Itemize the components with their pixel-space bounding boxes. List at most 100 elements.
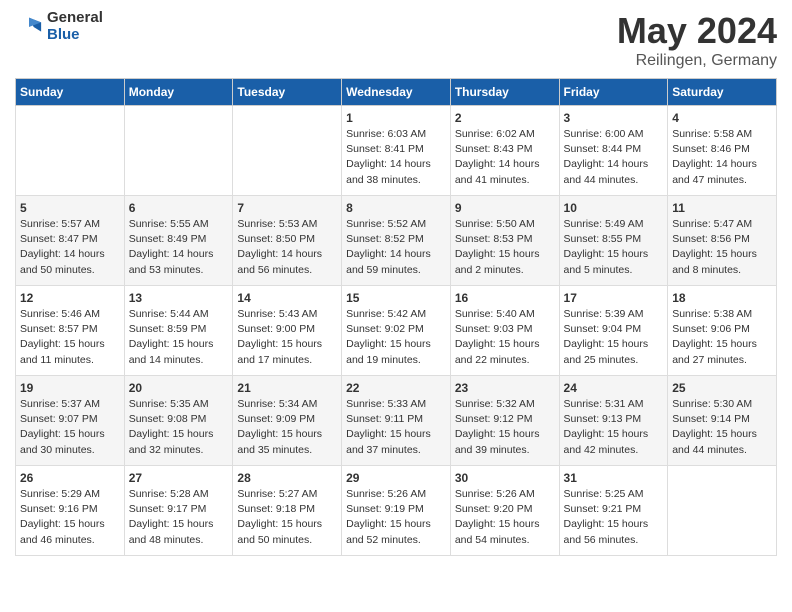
day-content: Sunrise: 5:37 AM Sunset: 9:07 PM Dayligh… <box>20 397 120 458</box>
logo-wrapper: General Blue <box>15 10 103 43</box>
day-content: Sunrise: 5:30 AM Sunset: 9:14 PM Dayligh… <box>672 397 772 458</box>
calendar-table: SundayMondayTuesdayWednesdayThursdayFrid… <box>15 78 777 556</box>
calendar-cell <box>124 106 233 196</box>
calendar-cell: 17Sunrise: 5:39 AM Sunset: 9:04 PM Dayli… <box>559 286 668 376</box>
day-content: Sunrise: 5:26 AM Sunset: 9:20 PM Dayligh… <box>455 487 555 548</box>
day-number: 15 <box>346 291 446 305</box>
day-content: Sunrise: 5:47 AM Sunset: 8:56 PM Dayligh… <box>672 217 772 278</box>
calendar-week-2: 5Sunrise: 5:57 AM Sunset: 8:47 PM Daylig… <box>16 196 777 286</box>
calendar-cell: 22Sunrise: 5:33 AM Sunset: 9:11 PM Dayli… <box>342 376 451 466</box>
day-content: Sunrise: 5:35 AM Sunset: 9:08 PM Dayligh… <box>129 397 229 458</box>
day-number: 10 <box>564 201 664 215</box>
day-number: 13 <box>129 291 229 305</box>
calendar-cell <box>16 106 125 196</box>
header: General Blue May 2024 Reilingen, Germany <box>15 10 777 70</box>
day-content: Sunrise: 5:55 AM Sunset: 8:49 PM Dayligh… <box>129 217 229 278</box>
calendar-cell: 19 Sunrise: 5:37 AM Sunset: 9:07 PM Dayli… <box>16 376 125 466</box>
day-content: Sunrise: 6:00 AM Sunset: 8:44 PM Dayligh… <box>564 127 664 188</box>
calendar-cell <box>668 466 777 556</box>
day-number: 14 <box>237 291 337 305</box>
day-content: Sunrise: 5:38 AM Sunset: 9:06 PM Dayligh… <box>672 307 772 368</box>
day-number: 27 <box>129 471 229 485</box>
calendar-cell: 27Sunrise: 5:28 AM Sunset: 9:17 PM Dayli… <box>124 466 233 556</box>
day-header-friday: Friday <box>559 79 668 106</box>
day-content: Sunrise: 5:46 AM Sunset: 8:57 PM Dayligh… <box>20 307 120 368</box>
day-content: Sunrise: 5:25 AM Sunset: 9:21 PM Dayligh… <box>564 487 664 548</box>
calendar-cell: 23 Sunrise: 5:32 AM Sunset: 9:12 PM Dayli… <box>450 376 559 466</box>
day-number: 20 <box>129 381 229 395</box>
day-number: 11 <box>672 201 772 215</box>
day-number: 4 <box>672 111 772 125</box>
logo-general-text: General <box>47 10 103 27</box>
calendar-cell: 14Sunrise: 5:43 AM Sunset: 9:00 PM Dayli… <box>233 286 342 376</box>
day-header-thursday: Thursday <box>450 79 559 106</box>
calendar-cell: 3Sunrise: 6:00 AM Sunset: 8:44 PM Daylig… <box>559 106 668 196</box>
calendar-cell: 28Sunrise: 5:27 AM Sunset: 9:18 PM Dayli… <box>233 466 342 556</box>
calendar-cell: 1 Sunrise: 6:03 AM Sunset: 8:41 PM Daylig… <box>342 106 451 196</box>
calendar-cell: 2Sunrise: 6:02 AM Sunset: 8:43 PM Daylig… <box>450 106 559 196</box>
day-content: Sunrise: 5:31 AM Sunset: 9:13 PM Dayligh… <box>564 397 664 458</box>
calendar-cell: 16 Sunrise: 5:40 AM Sunset: 9:03 PM Dayli… <box>450 286 559 376</box>
calendar-cell: 30 Sunrise: 5:26 AM Sunset: 9:20 PM Dayli… <box>450 466 559 556</box>
calendar-cell: 18 Sunrise: 5:38 AM Sunset: 9:06 PM Dayli… <box>668 286 777 376</box>
calendar-cell: 26Sunrise: 5:29 AM Sunset: 9:16 PM Dayli… <box>16 466 125 556</box>
calendar-cell: 9 Sunrise: 5:50 AM Sunset: 8:53 PM Daylig… <box>450 196 559 286</box>
title-area: May 2024 Reilingen, Germany <box>617 10 777 70</box>
calendar-cell: 8 Sunrise: 5:52 AM Sunset: 8:52 PM Daylig… <box>342 196 451 286</box>
month-title: May 2024 <box>617 10 777 52</box>
day-number: 19 <box>20 381 120 395</box>
day-content: Sunrise: 5:52 AM Sunset: 8:52 PM Dayligh… <box>346 217 446 278</box>
calendar-cell: 13Sunrise: 5:44 AM Sunset: 8:59 PM Dayli… <box>124 286 233 376</box>
day-header-wednesday: Wednesday <box>342 79 451 106</box>
day-number: 9 <box>455 201 555 215</box>
day-content: Sunrise: 5:34 AM Sunset: 9:09 PM Dayligh… <box>237 397 337 458</box>
calendar-cell: 5Sunrise: 5:57 AM Sunset: 8:47 PM Daylig… <box>16 196 125 286</box>
calendar-cell: 11 Sunrise: 5:47 AM Sunset: 8:56 PM Dayli… <box>668 196 777 286</box>
calendar-cell: 21Sunrise: 5:34 AM Sunset: 9:09 PM Dayli… <box>233 376 342 466</box>
logo-text: General Blue <box>47 10 103 43</box>
logo: General Blue <box>15 10 103 43</box>
calendar-cell: 31 Sunrise: 5:25 AM Sunset: 9:21 PM Dayli… <box>559 466 668 556</box>
calendar-cell: 20 Sunrise: 5:35 AM Sunset: 9:08 PM Dayli… <box>124 376 233 466</box>
day-number: 22 <box>346 381 446 395</box>
logo-blue-text: Blue <box>47 27 103 44</box>
location: Reilingen, Germany <box>617 52 777 70</box>
calendar-week-5: 26Sunrise: 5:29 AM Sunset: 9:16 PM Dayli… <box>16 466 777 556</box>
day-header-sunday: Sunday <box>16 79 125 106</box>
day-number: 12 <box>20 291 120 305</box>
day-content: Sunrise: 5:32 AM Sunset: 9:12 PM Dayligh… <box>455 397 555 458</box>
day-number: 29 <box>346 471 446 485</box>
day-header-tuesday: Tuesday <box>233 79 342 106</box>
day-number: 30 <box>455 471 555 485</box>
day-number: 6 <box>129 201 229 215</box>
day-content: Sunrise: 5:58 AM Sunset: 8:46 PM Dayligh… <box>672 127 772 188</box>
day-content: Sunrise: 5:40 AM Sunset: 9:03 PM Dayligh… <box>455 307 555 368</box>
day-number: 8 <box>346 201 446 215</box>
day-header-monday: Monday <box>124 79 233 106</box>
day-content: Sunrise: 5:27 AM Sunset: 9:18 PM Dayligh… <box>237 487 337 548</box>
day-number: 16 <box>455 291 555 305</box>
calendar-cell: 24 Sunrise: 5:31 AM Sunset: 9:13 PM Dayli… <box>559 376 668 466</box>
day-number: 5 <box>20 201 120 215</box>
calendar-cell: 6 Sunrise: 5:55 AM Sunset: 8:49 PM Daylig… <box>124 196 233 286</box>
day-number: 1 <box>346 111 446 125</box>
day-number: 23 <box>455 381 555 395</box>
calendar-cell: 12 Sunrise: 5:46 AM Sunset: 8:57 PM Dayli… <box>16 286 125 376</box>
day-number: 18 <box>672 291 772 305</box>
day-number: 31 <box>564 471 664 485</box>
day-content: Sunrise: 6:03 AM Sunset: 8:41 PM Dayligh… <box>346 127 446 188</box>
calendar-cell: 10Sunrise: 5:49 AM Sunset: 8:55 PM Dayli… <box>559 196 668 286</box>
calendar-week-4: 19 Sunrise: 5:37 AM Sunset: 9:07 PM Dayli… <box>16 376 777 466</box>
day-number: 17 <box>564 291 664 305</box>
day-number: 24 <box>564 381 664 395</box>
day-number: 7 <box>237 201 337 215</box>
day-content: Sunrise: 5:50 AM Sunset: 8:53 PM Dayligh… <box>455 217 555 278</box>
calendar-week-1: 1 Sunrise: 6:03 AM Sunset: 8:41 PM Daylig… <box>16 106 777 196</box>
calendar-cell: 29Sunrise: 5:26 AM Sunset: 9:19 PM Dayli… <box>342 466 451 556</box>
calendar-cell: 4 Sunrise: 5:58 AM Sunset: 8:46 PM Daylig… <box>668 106 777 196</box>
calendar-week-3: 12 Sunrise: 5:46 AM Sunset: 8:57 PM Dayli… <box>16 286 777 376</box>
calendar-cell: 15Sunrise: 5:42 AM Sunset: 9:02 PM Dayli… <box>342 286 451 376</box>
logo-bird-icon <box>15 13 43 41</box>
day-number: 26 <box>20 471 120 485</box>
day-number: 25 <box>672 381 772 395</box>
